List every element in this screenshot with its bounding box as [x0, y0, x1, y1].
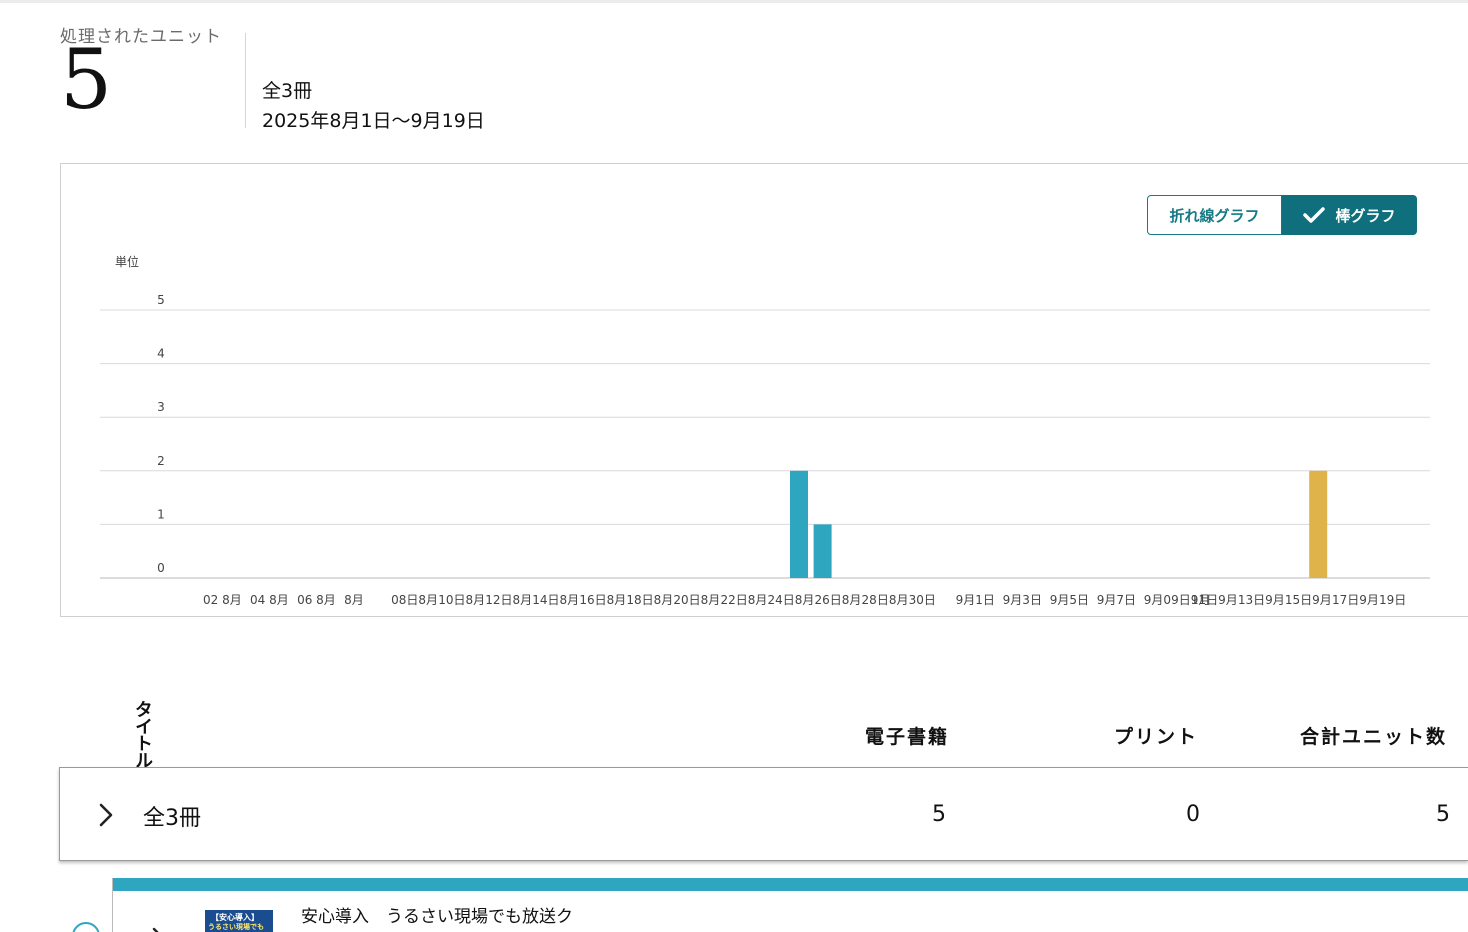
- y-tick-label: 4: [157, 347, 165, 361]
- book-title[interactable]: 安心導入 うるさい現場でも放送ク: [301, 902, 573, 927]
- column-header-print[interactable]: プリント: [1114, 722, 1198, 749]
- date-range: 2025年8月1日〜9月19日: [262, 110, 485, 132]
- column-header-title[interactable]: タイトル: [128, 700, 153, 768]
- top-border: [0, 0, 1468, 3]
- bar-8-26: [790, 470, 808, 578]
- x-tick-label: 11日9月: [1191, 593, 1238, 607]
- x-tick-label: 22日8月: [720, 593, 767, 607]
- check-icon: [1303, 207, 1326, 223]
- column-header-total-units[interactable]: 合計ユニット数: [1300, 722, 1447, 749]
- x-tick-label: 20日8月: [673, 593, 720, 607]
- line-chart-button-label: 折れ線グラフ: [1169, 206, 1260, 225]
- y-tick-label: 3: [157, 400, 165, 414]
- table-row-book[interactable]: 【安心導入】 うるさい現場でも 安心導入 うるさい現場でも放送ク: [112, 878, 1468, 932]
- line-chart-button[interactable]: 折れ線グラフ: [1147, 195, 1282, 235]
- book-cover-line2: うるさい現場でも: [208, 923, 264, 931]
- total-row-label: 全3冊: [143, 806, 201, 831]
- y-tick-label: 2: [157, 454, 165, 468]
- total-row-print: 0: [1186, 802, 1200, 827]
- column-header-ebook[interactable]: 電子書籍: [865, 722, 949, 749]
- x-tick-label: 9月1日: [956, 593, 995, 607]
- total-units-value: 5: [60, 33, 113, 128]
- bar-chart-button[interactable]: 棒グラフ: [1282, 195, 1417, 235]
- x-tick-label: 19日: [1379, 593, 1406, 607]
- x-tick-label: 8月: [344, 593, 364, 607]
- y-axis-label: 単位: [115, 254, 139, 269]
- summary-divider: [245, 33, 246, 128]
- x-tick-label: 9月7日: [1097, 593, 1136, 607]
- row-select-icon[interactable]: [72, 922, 100, 932]
- chevron-right-icon[interactable]: [151, 926, 165, 932]
- x-tick-label: 9月3日: [1003, 593, 1042, 607]
- chevron-right-icon[interactable]: [98, 802, 114, 828]
- chart-type-toggle: 折れ線グラフ 棒グラフ: [1147, 195, 1417, 235]
- y-tick-label: 5: [157, 293, 165, 307]
- bar-9-17: [1309, 470, 1328, 578]
- y-tick-label: 1: [157, 507, 165, 521]
- book-cover-thumbnail[interactable]: 【安心導入】 うるさい現場でも: [205, 910, 273, 932]
- x-tick-label: 02 8月: [203, 593, 242, 607]
- bar-8-27: [813, 524, 832, 578]
- x-tick-label: 28日8月: [862, 593, 909, 607]
- y-tick-label: 0: [157, 561, 165, 575]
- x-tick-label: 12日8月: [485, 593, 532, 607]
- total-row-ebook: 5: [932, 802, 946, 827]
- chart-panel: 単位 0 1 2 3 4 5 02 8月 04 8月 06 8月 8月 08日8月 10日8月 12日8月…: [60, 163, 1468, 617]
- x-tick-label: 26日8月: [815, 593, 862, 607]
- x-tick-label: 9月5日: [1050, 593, 1089, 607]
- x-tick-label: 15日9月: [1285, 593, 1332, 607]
- x-tick-label: 08日8月: [391, 593, 438, 607]
- table-row-total[interactable]: 全3冊 5 0 5: [59, 767, 1468, 861]
- x-tick-label: 16日8月: [579, 593, 626, 607]
- x-tick-label: 04 8月: [250, 593, 289, 607]
- row-accent-bar: [113, 878, 1468, 891]
- x-tick-label: 17日9月: [1332, 593, 1379, 607]
- x-tick-label: 14日8月: [532, 593, 579, 607]
- x-tick-label: 18日8月: [626, 593, 673, 607]
- x-tick-label: 06 8月: [297, 593, 336, 607]
- x-tick-label: 30日: [909, 593, 936, 607]
- x-tick-label: 10日8月: [438, 593, 485, 607]
- x-tick-label: 24日8月: [767, 593, 814, 607]
- total-row-total: 5: [1436, 802, 1450, 827]
- title-count: 全3冊: [262, 80, 313, 102]
- bar-chart-button-label: 棒グラフ: [1335, 206, 1396, 225]
- x-tick-label: 13日9月: [1238, 593, 1285, 607]
